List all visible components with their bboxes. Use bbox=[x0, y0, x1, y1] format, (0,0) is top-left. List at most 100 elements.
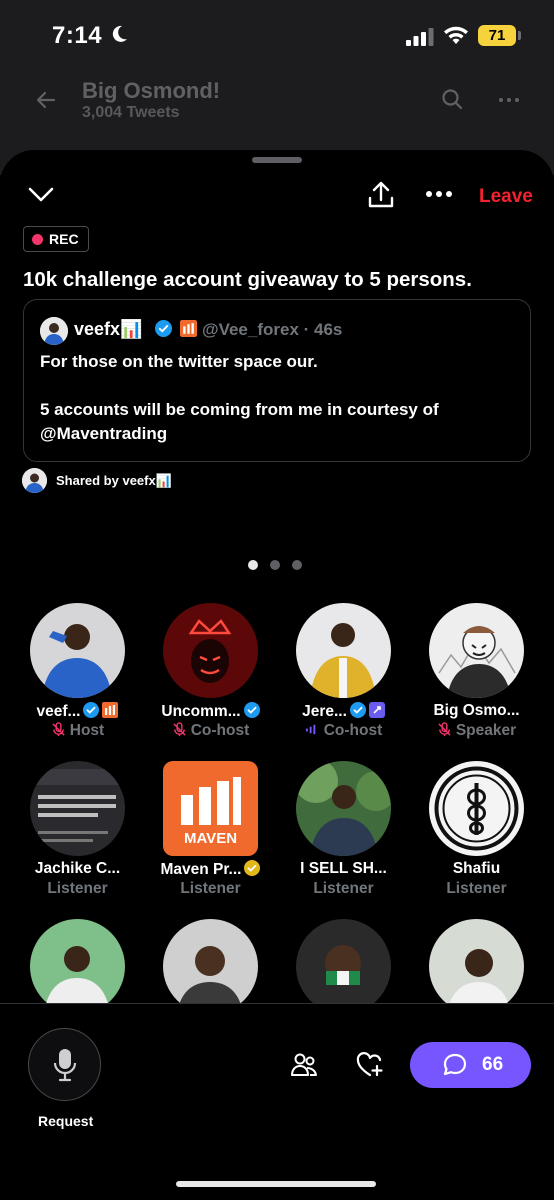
participant[interactable]: veef... Host bbox=[11, 602, 144, 760]
participant-role-text: Host bbox=[69, 722, 105, 739]
avatar bbox=[429, 919, 524, 1014]
participant-role-text: Co-host bbox=[190, 722, 250, 739]
participant-name-text: veef... bbox=[36, 703, 81, 720]
participant-role: Host bbox=[11, 722, 144, 740]
avatar bbox=[163, 603, 258, 698]
avatar bbox=[30, 919, 125, 1014]
participant-role: Co-host bbox=[144, 722, 277, 740]
participant-name: Uncomm... bbox=[144, 702, 277, 721]
tweet-line: For those on the twitter space our. bbox=[40, 352, 318, 371]
participant[interactable]: I SELL SH... Listener bbox=[277, 760, 410, 918]
participant-role: Listener bbox=[313, 880, 374, 897]
wifi-icon bbox=[444, 26, 468, 44]
moon-icon bbox=[112, 25, 127, 42]
comment-count: 66 bbox=[482, 1054, 504, 1075]
page-indicator[interactable] bbox=[248, 560, 302, 570]
request-mic-button[interactable] bbox=[28, 1028, 101, 1101]
mic-muted-icon bbox=[438, 722, 451, 737]
battery-tip bbox=[518, 31, 521, 40]
affiliate-badge-icon bbox=[180, 320, 198, 337]
home-indicator[interactable] bbox=[176, 1181, 376, 1187]
participant-role-text: Co-host bbox=[323, 722, 383, 739]
participant-role-text: Speaker bbox=[455, 722, 517, 739]
participant[interactable]: Shafiu Listener bbox=[410, 760, 543, 918]
participant-name: Big Osmo... bbox=[433, 702, 520, 719]
shared-by-label: Shared by veefx📊 bbox=[56, 472, 172, 488]
participant-role: Co-host bbox=[277, 722, 410, 740]
avatar bbox=[30, 761, 125, 856]
participant-role: Listener bbox=[180, 880, 241, 897]
more-icon[interactable] bbox=[497, 88, 521, 112]
participant-name-text: Maven Pr... bbox=[160, 861, 242, 878]
comments-button[interactable]: 66 bbox=[410, 1042, 531, 1088]
tweet-author: veefx📊 bbox=[74, 319, 198, 340]
quoted-tweet[interactable]: veefx📊 @Vee_forex · 46s For those on the… bbox=[23, 299, 531, 462]
avatar bbox=[296, 603, 391, 698]
avatar bbox=[429, 761, 524, 856]
tweet-handle: @Vee_forex · 46s bbox=[202, 320, 343, 339]
tweet-author-name: veefx📊 bbox=[74, 319, 143, 339]
people-icon[interactable] bbox=[290, 1050, 318, 1078]
comment-icon bbox=[443, 1053, 467, 1076]
avatar: MAVEN bbox=[163, 761, 258, 856]
page-dot-active bbox=[248, 560, 258, 570]
shared-by[interactable]: Shared by veefx📊 bbox=[22, 468, 172, 493]
back-arrow-icon[interactable] bbox=[34, 88, 58, 112]
tweet-line: @Maventrading bbox=[40, 424, 168, 443]
sheet-grabber[interactable] bbox=[252, 157, 302, 163]
microphone-icon bbox=[53, 1049, 77, 1082]
react-heart-icon[interactable] bbox=[356, 1052, 384, 1078]
participant-name-text: Uncomm... bbox=[161, 703, 241, 720]
avatar bbox=[429, 603, 524, 698]
participant-role: Listener bbox=[446, 880, 507, 897]
mic-muted-icon bbox=[173, 722, 186, 737]
participant-name: Jachike C... bbox=[34, 860, 121, 877]
tweet-line: 5 accounts will be coming from me in cou… bbox=[40, 400, 439, 419]
share-icon[interactable] bbox=[368, 181, 394, 209]
recording-badge: REC bbox=[23, 226, 89, 252]
avatar bbox=[40, 317, 68, 345]
clock: 7:14 bbox=[52, 22, 103, 49]
participant-role: Listener bbox=[47, 880, 108, 897]
avatar bbox=[163, 919, 258, 1014]
affiliate-badge-icon bbox=[102, 702, 119, 718]
purple-badge-icon bbox=[368, 702, 385, 718]
participant[interactable]: Jere... Co-host bbox=[277, 602, 410, 760]
participant-name: veef... bbox=[11, 702, 144, 721]
participant-name: Jere... bbox=[277, 702, 410, 721]
verified-badge-icon bbox=[83, 702, 100, 718]
verified-badge-icon bbox=[155, 320, 173, 337]
participant[interactable]: Jachike C... Listener bbox=[11, 760, 144, 918]
page-dot bbox=[292, 560, 302, 570]
tweet-text: For those on the twitter space our. 5 ac… bbox=[40, 350, 520, 446]
tweet-line bbox=[40, 374, 520, 398]
profile-header: Big Osmond! 3,004 Tweets bbox=[0, 76, 554, 136]
avatar bbox=[22, 468, 47, 493]
participant-name: I SELL SH... bbox=[300, 860, 387, 877]
chevron-down-icon[interactable] bbox=[28, 184, 54, 204]
participant-name: Maven Pr... bbox=[144, 860, 277, 879]
participant[interactable]: Uncomm... Co-host bbox=[144, 602, 277, 760]
avatar bbox=[296, 919, 391, 1014]
more-icon[interactable] bbox=[425, 190, 453, 198]
search-icon[interactable] bbox=[440, 87, 464, 111]
page-dot bbox=[270, 560, 280, 570]
participant-name: Shafiu bbox=[452, 860, 501, 877]
profile-name: Big Osmond! bbox=[82, 78, 221, 103]
participant-role: Speaker bbox=[410, 722, 543, 740]
request-label: Request bbox=[38, 1113, 94, 1129]
leave-button[interactable]: Leave bbox=[479, 186, 533, 208]
gold-verified-badge-icon bbox=[244, 860, 261, 876]
participant[interactable]: MAVEN Maven Pr... Listener bbox=[144, 760, 277, 918]
status-bar: 7:14 71 bbox=[0, 0, 554, 72]
mic-muted-icon bbox=[52, 722, 65, 737]
participant[interactable]: Big Osmo... Speaker bbox=[410, 602, 543, 760]
cellular-signal-icon bbox=[406, 28, 434, 46]
rec-label: REC bbox=[49, 231, 79, 247]
avatar bbox=[296, 761, 391, 856]
recording-dot bbox=[32, 233, 43, 245]
svg-text:MAVEN: MAVEN bbox=[184, 830, 237, 847]
tweet-count: 3,004 Tweets bbox=[82, 104, 180, 121]
verified-badge-icon bbox=[243, 702, 260, 718]
avatar bbox=[30, 603, 125, 698]
